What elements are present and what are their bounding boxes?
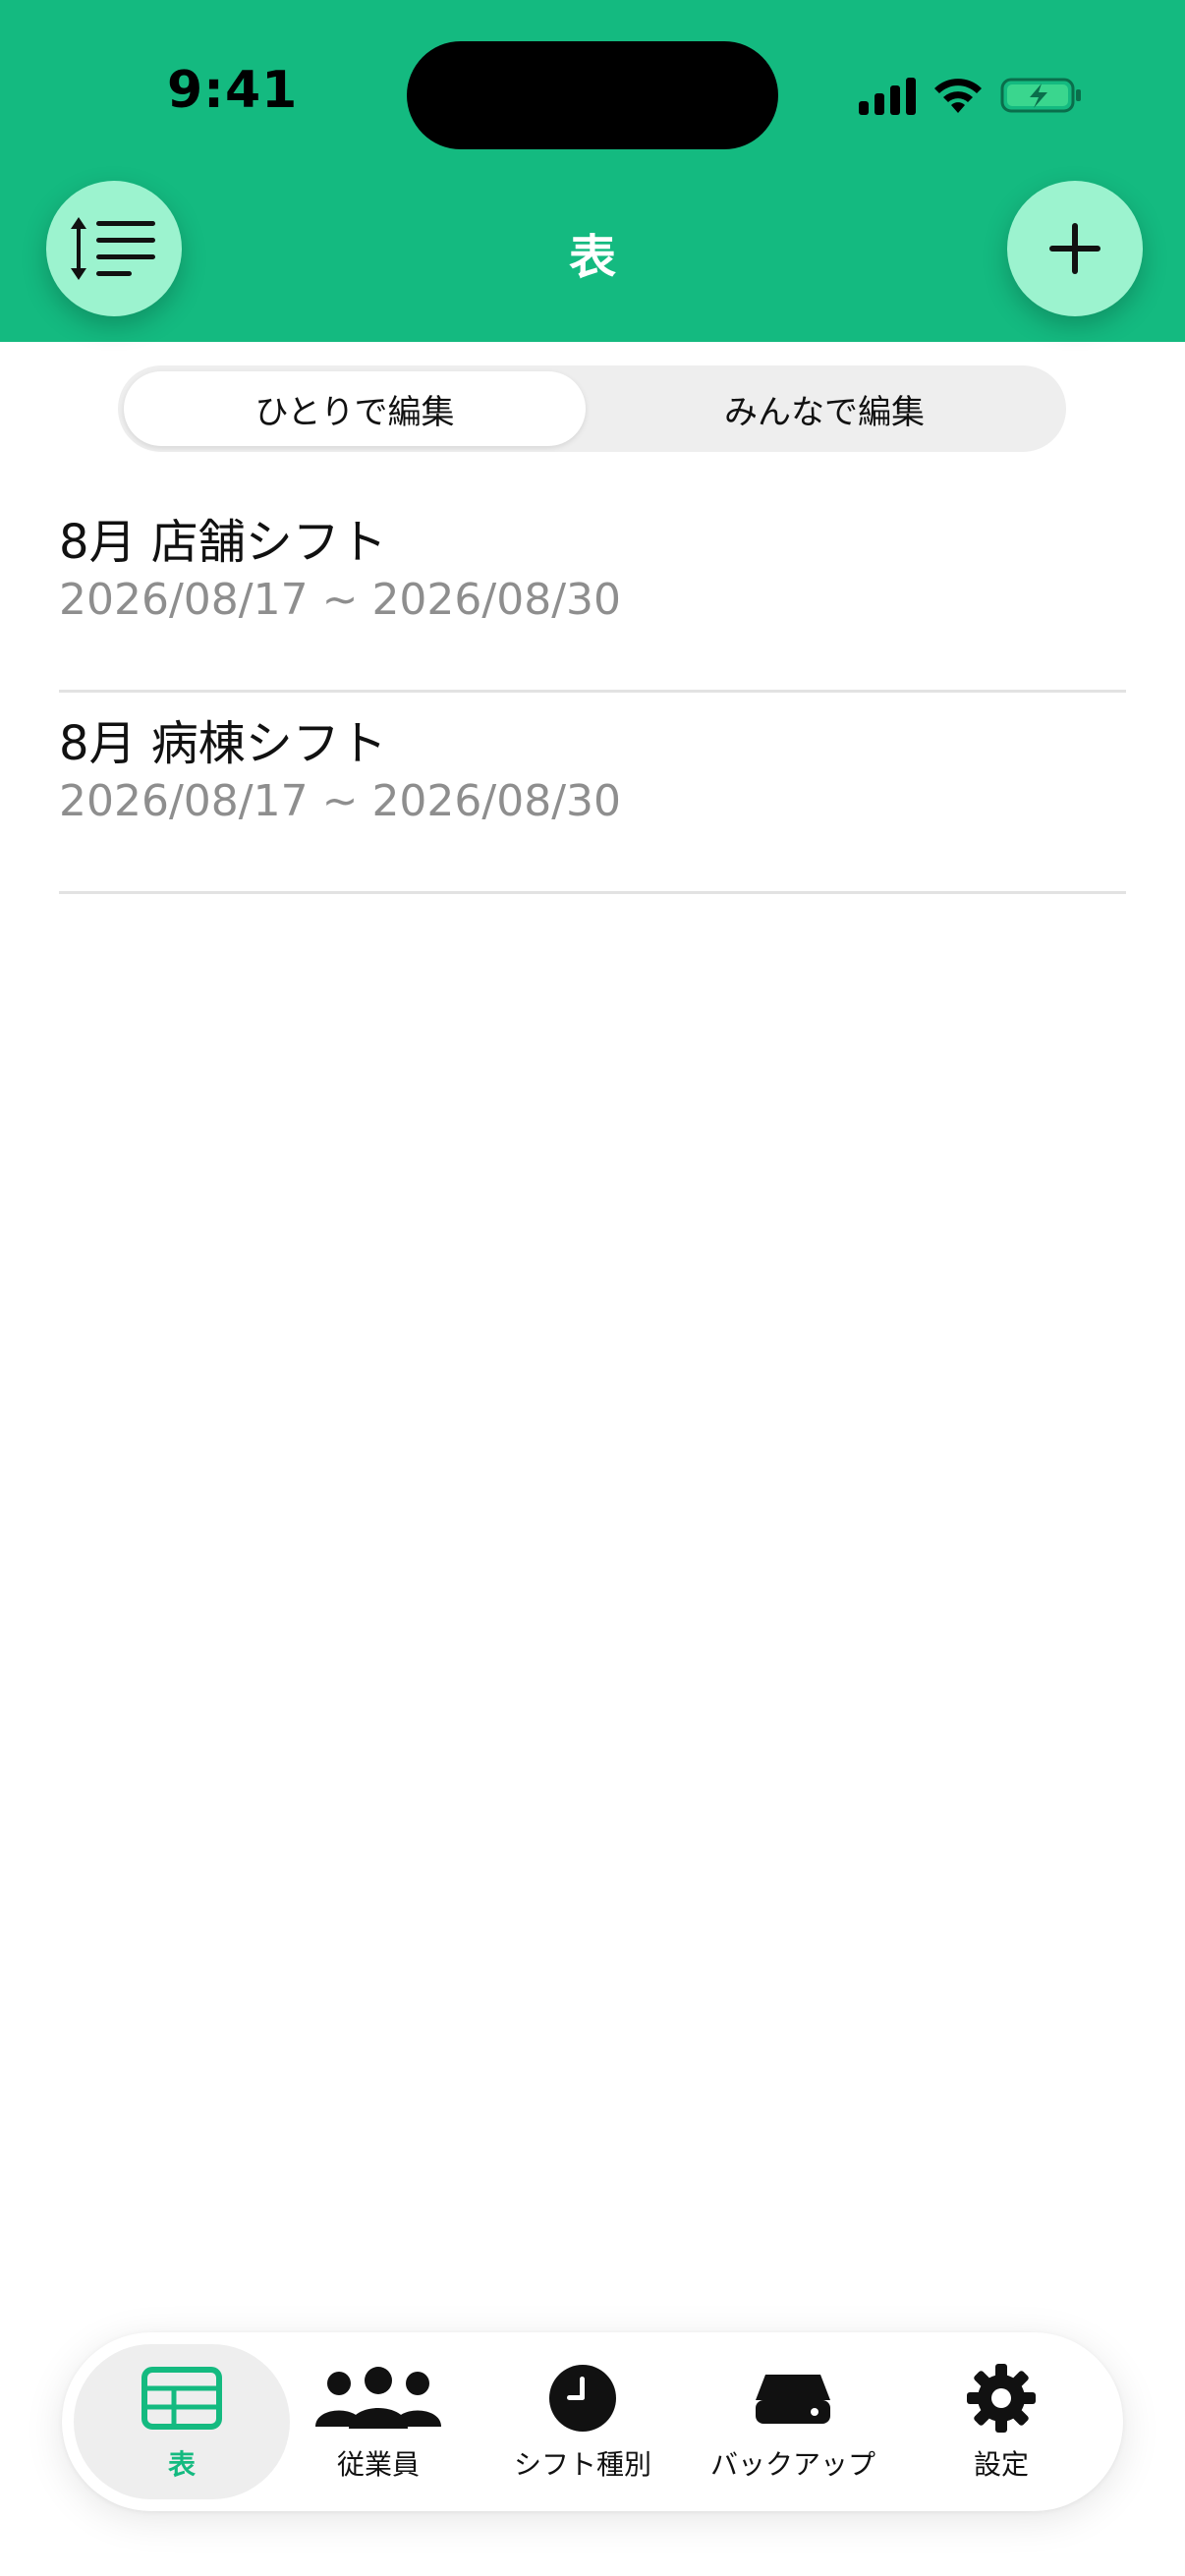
header-bar: 9:41 表 <box>0 0 1185 342</box>
edit-mode-segmented-control: ひとりで編集 みんなで編集 <box>118 365 1066 452</box>
people-icon <box>315 2367 441 2429</box>
list-item-title: 8月 店舗シフト <box>59 515 387 570</box>
status-icons <box>859 71 1083 120</box>
battery-charging-icon <box>1000 78 1081 113</box>
shift-table-list: 8月 店舗シフト 2026/08/17 ~ 2026/08/30 8月 病棟シフ… <box>59 491 1126 894</box>
list-item-date-range: 2026/08/17 ~ 2026/08/30 <box>59 776 622 826</box>
list-item-title: 8月 病棟シフト <box>59 716 387 771</box>
plus-icon <box>1049 223 1100 274</box>
list-item[interactable]: 8月 病棟シフト 2026/08/17 ~ 2026/08/30 <box>59 693 1126 894</box>
segment-solo-edit[interactable]: ひとりで編集 <box>124 371 586 446</box>
tab-employees[interactable]: 従業員 <box>270 2344 486 2499</box>
tab-backup[interactable]: バックアップ <box>685 2344 901 2499</box>
tab-label: 従業員 <box>336 2448 420 2481</box>
clock-icon <box>549 2365 616 2432</box>
list-item[interactable]: 8月 店舗シフト 2026/08/17 ~ 2026/08/30 <box>59 491 1126 693</box>
wifi-icon <box>934 79 982 113</box>
add-button[interactable] <box>1007 181 1143 316</box>
screen: 9:41 表 ひとりで編集 みんなで編集 8月 店舗シフト 2026/08/17… <box>0 0 1185 2576</box>
segment-group-edit[interactable]: みんなで編集 <box>593 371 1055 446</box>
tab-label: バックアップ <box>709 2448 875 2481</box>
gear-icon <box>967 2364 1036 2433</box>
dynamic-island <box>407 41 778 149</box>
status-time: 9:41 <box>167 61 299 120</box>
tab-label: シフト種別 <box>513 2448 651 2481</box>
tab-label: 設定 <box>973 2448 1029 2481</box>
table-icon <box>141 2367 222 2430</box>
tab-settings[interactable]: 設定 <box>893 2344 1109 2499</box>
tab-shift-types[interactable]: シフト種別 <box>475 2344 691 2499</box>
drive-icon <box>756 2375 830 2424</box>
tab-bar: 表 従業員 シフト種別 バックアップ 設定 <box>62 2332 1123 2511</box>
cellular-signal-icon <box>859 76 916 115</box>
list-item-date-range: 2026/08/17 ~ 2026/08/30 <box>59 575 622 625</box>
tab-label: 表 <box>167 2448 196 2481</box>
tab-table[interactable]: 表 <box>74 2344 290 2499</box>
